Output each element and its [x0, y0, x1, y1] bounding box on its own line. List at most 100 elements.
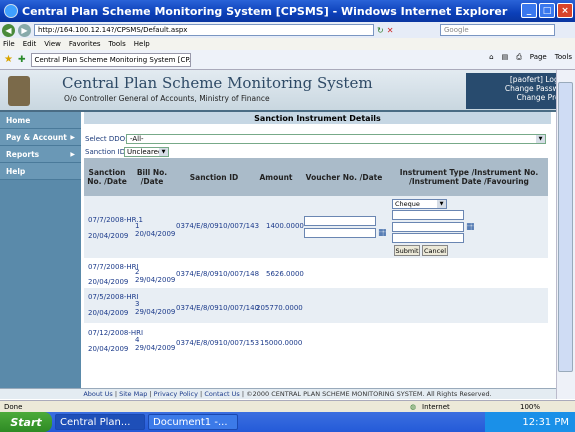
- table-row: 07/5/2008-HRI 20/04/2009 3 29/04/2009 03…: [84, 288, 548, 323]
- start-button[interactable]: Start: [0, 412, 52, 432]
- refresh-icon[interactable]: ↻: [377, 26, 384, 35]
- zone-text: Internet: [422, 402, 450, 411]
- sanction-date: 20/04/2009: [88, 309, 129, 317]
- submit-button[interactable]: Submit: [394, 245, 420, 256]
- task-label: Central Plan...: [60, 416, 131, 428]
- menu-bar: File Edit View Favorites Tools Help: [0, 38, 575, 50]
- ddo-select[interactable]: -All- ▼: [126, 134, 546, 144]
- calendar-icon[interactable]: ▦: [378, 229, 387, 238]
- sitemap-link[interactable]: Site Map: [119, 390, 147, 398]
- sanction-date: 20/04/2009: [88, 278, 129, 286]
- favorites-star-icon[interactable]: ★: [4, 54, 13, 65]
- nav-label: Pay & Account: [6, 132, 67, 142]
- status-text: Done: [4, 402, 23, 411]
- instrument-type-value: Cheque: [395, 200, 420, 208]
- privacy-link[interactable]: Privacy Policy: [154, 390, 198, 398]
- search-input[interactable]: Google: [440, 24, 555, 36]
- print-icon[interactable]: ⎙: [516, 53, 522, 62]
- sanction-id[interactable]: 0374/E/8/0910/007/143: [176, 222, 259, 230]
- table-row: 07/7/2008-HR.1 20/04/2009 1 20/04/2009 0…: [84, 196, 548, 258]
- taskbar: Start Central Plan... Document1 -... 12:…: [0, 412, 575, 432]
- col-voucher: Voucher No. /Date: [305, 172, 383, 182]
- amount: 205770.0000: [256, 304, 303, 312]
- instrument-date-input[interactable]: [392, 222, 464, 232]
- nav-pay-account[interactable]: Pay & Account ▶: [0, 129, 81, 146]
- clock[interactable]: 12:31 PM: [522, 417, 569, 428]
- contact-link[interactable]: Contact Us: [204, 390, 240, 398]
- task-word[interactable]: Document1 -...: [148, 414, 238, 430]
- globe-icon: ◍: [410, 402, 417, 411]
- address-bar: ◀ ▶ http://164.100.12.14?/CPSMS/Default.…: [0, 22, 575, 38]
- page-menu[interactable]: Page: [530, 53, 547, 62]
- voucher-date-input[interactable]: [304, 228, 376, 238]
- maximize-button[interactable]: □: [539, 3, 555, 18]
- menu-help[interactable]: Help: [134, 40, 150, 48]
- back-button[interactable]: ◀: [2, 23, 15, 37]
- add-favorite-icon[interactable]: ✚: [18, 55, 26, 65]
- favorites-bar: ★ ✚ Central Plan Scheme Monitoring Syste…: [0, 50, 575, 70]
- status-bar: Done ◍ Internet 100%: [0, 400, 575, 412]
- nav-label: Reports: [6, 149, 40, 159]
- menu-view[interactable]: View: [44, 40, 61, 48]
- favouring-input[interactable]: [392, 233, 464, 243]
- amount: 5626.0000: [266, 270, 304, 278]
- task-ie[interactable]: Central Plan...: [55, 414, 145, 430]
- sanction-id-value: Uncleared: [127, 148, 163, 156]
- nav-label: Help: [6, 166, 26, 176]
- sanction-no[interactable]: 07/5/2008-HRI: [88, 293, 139, 301]
- bill-no[interactable]: 1: [135, 222, 139, 230]
- bill-no[interactable]: 4: [135, 336, 139, 344]
- sanction-id-label: Sanction ID:: [85, 148, 128, 156]
- nav-home[interactable]: Home: [0, 112, 81, 129]
- minimize-button[interactable]: _: [521, 3, 537, 18]
- sanction-id-select[interactable]: Uncleared ▼: [124, 147, 169, 157]
- close-button[interactable]: ×: [557, 3, 573, 18]
- about-link[interactable]: About Us: [83, 390, 112, 398]
- chevron-down-icon: ▼: [159, 148, 168, 156]
- menu-edit[interactable]: Edit: [23, 40, 37, 48]
- table-header: Sanction No. /Date Bill No. /Date Sancti…: [84, 158, 548, 196]
- chevron-down-icon: ▼: [536, 135, 545, 143]
- menu-file[interactable]: File: [3, 40, 15, 48]
- chevron-down-icon: ▼: [437, 200, 446, 208]
- menu-favorites[interactable]: Favorites: [69, 40, 101, 48]
- browser-tab[interactable]: Central Plan Scheme Monitoring System [C…: [30, 52, 191, 67]
- url-input[interactable]: http://164.100.12.14?/CPSMS/Default.aspx: [34, 24, 374, 36]
- feeds-icon[interactable]: ▤: [502, 53, 509, 62]
- menu-tools[interactable]: Tools: [109, 40, 126, 48]
- forward-button[interactable]: ▶: [18, 23, 31, 37]
- calendar-icon[interactable]: ▦: [466, 223, 475, 232]
- ddo-value: -All-: [130, 135, 144, 143]
- table-row: 07/12/2008-HRI 20/04/2009 4 29/04/2009 0…: [84, 323, 548, 358]
- amount: 15000.0000: [260, 339, 303, 347]
- task-label: Document1 -...: [153, 416, 228, 428]
- ie-icon: [4, 4, 18, 18]
- stop-icon[interactable]: ✕: [387, 26, 394, 35]
- col-amount: Amount: [259, 172, 293, 182]
- home-icon[interactable]: ⌂: [489, 53, 493, 62]
- nav-reports[interactable]: Reports ▶: [0, 146, 81, 163]
- instrument-no-input[interactable]: [392, 210, 464, 220]
- nav-label: Home: [6, 115, 31, 125]
- left-nav: Home Pay & Account ▶ Reports ▶ Help: [0, 112, 81, 388]
- scrollbar-thumb[interactable]: [558, 82, 573, 372]
- voucher-no-input[interactable]: [304, 216, 376, 226]
- start-label: Start: [10, 415, 42, 429]
- nav-help[interactable]: Help: [0, 163, 81, 180]
- bill-no[interactable]: 2: [135, 268, 139, 276]
- system-tray: 12:31 PM: [485, 412, 575, 432]
- col-bill: Bill No. /Date: [136, 168, 168, 186]
- zoom-level[interactable]: 100%: [520, 403, 540, 411]
- chevron-right-icon: ▶: [70, 133, 75, 141]
- chevron-right-icon: ▶: [70, 150, 75, 158]
- sanction-id[interactable]: 0374/E/8/0910/007/140: [176, 304, 259, 312]
- tools-menu[interactable]: Tools: [555, 53, 572, 62]
- bill-date: 29/04/2009: [135, 308, 176, 316]
- sanction-no[interactable]: 07/7/2008-HRI: [88, 263, 139, 271]
- sanction-id[interactable]: 0374/E/8/0910/007/153: [176, 339, 259, 347]
- cancel-button[interactable]: Cancel: [422, 245, 448, 256]
- bill-no[interactable]: 3: [135, 300, 139, 308]
- window-titlebar: Central Plan Scheme Monitoring System [C…: [0, 0, 575, 22]
- sanction-id[interactable]: 0374/E/8/0910/007/148: [176, 270, 259, 278]
- instrument-type-select[interactable]: Cheque ▼: [392, 199, 447, 209]
